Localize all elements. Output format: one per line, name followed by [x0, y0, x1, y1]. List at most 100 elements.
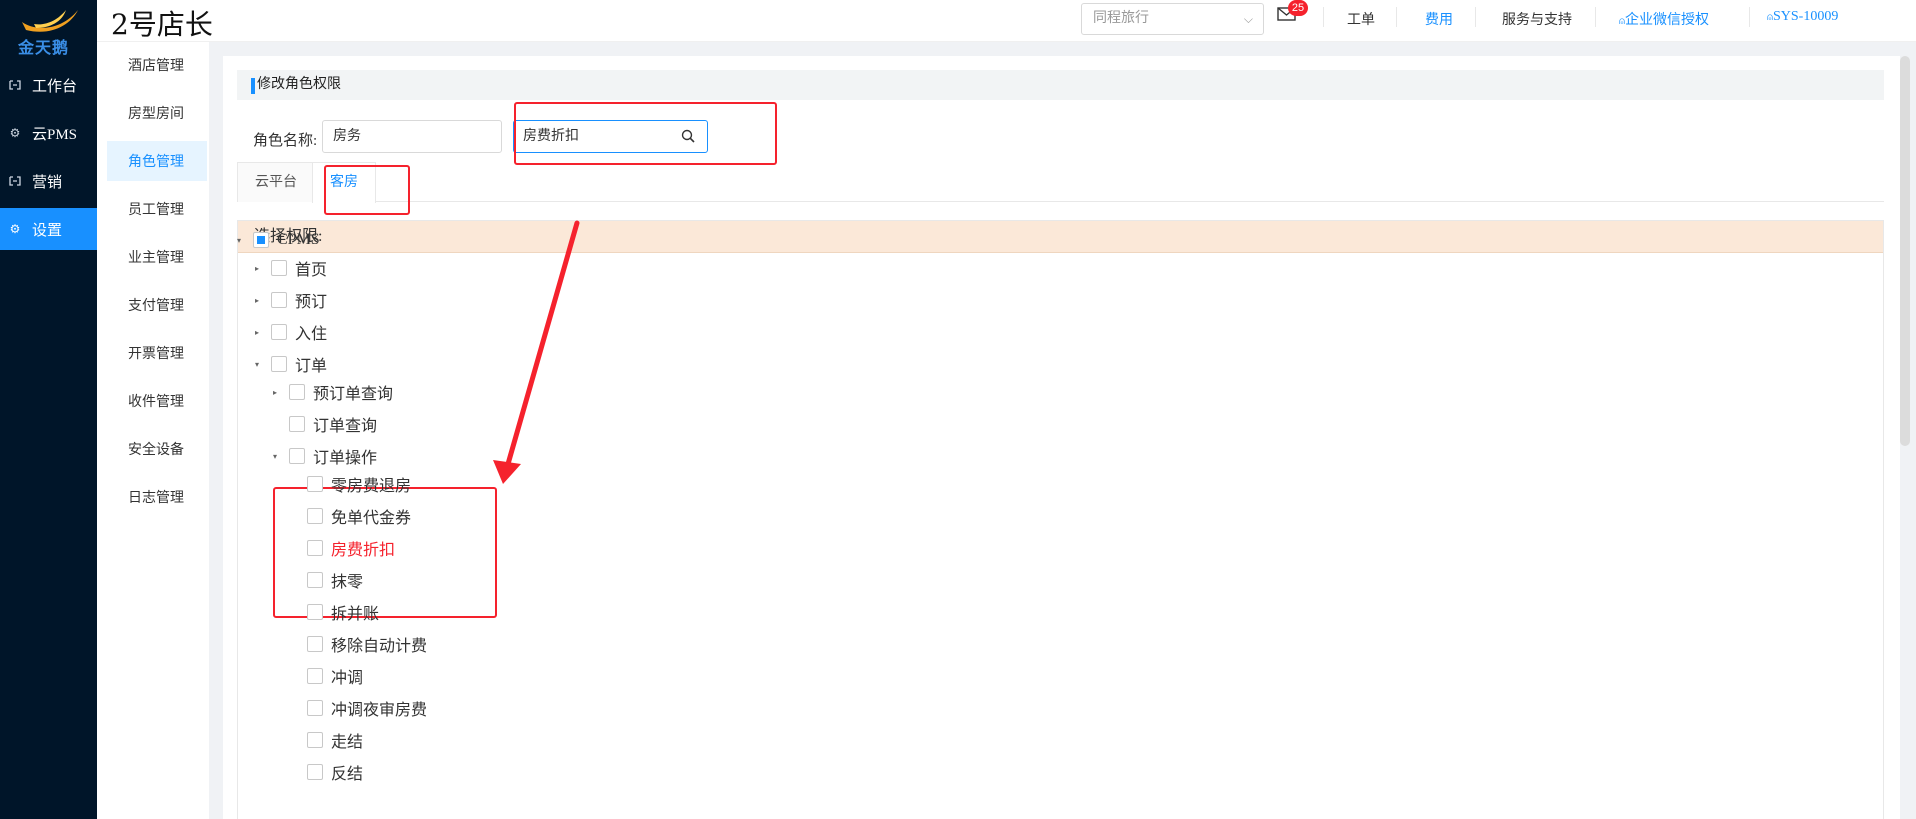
subnav-item-staff[interactable]: 员工管理: [107, 189, 207, 229]
tree-node[interactable]: ▾ CPMS: [233, 228, 320, 252]
tree-node[interactable]: 零房费退房: [287, 472, 411, 496]
caret-down-icon[interactable]: ▾: [233, 236, 245, 245]
tree-checkbox[interactable]: [289, 448, 305, 464]
scrollbar[interactable]: [1900, 56, 1910, 446]
store-name: 2号店长: [111, 8, 213, 41]
logo-text: 金天鹅: [18, 40, 70, 57]
subnav-item-payment[interactable]: 支付管理: [107, 285, 207, 325]
tree-checkbox[interactable]: [307, 508, 323, 524]
nav-item-workbench[interactable]: 工作台: [0, 64, 97, 106]
caret-right-icon[interactable]: ▸: [251, 296, 263, 305]
subnav-item-security[interactable]: 安全设备: [107, 429, 207, 469]
tree-checkbox[interactable]: [289, 416, 305, 432]
wechat-auth-link[interactable]: ⍝企业微信授权: [1619, 9, 1709, 29]
subnav-item-invoice[interactable]: 开票管理: [107, 333, 207, 373]
subnav-item-hotel[interactable]: 酒店管理: [107, 45, 207, 85]
tree-node[interactable]: 移除自动计费: [287, 632, 427, 656]
tree-node[interactable]: 抹零: [287, 568, 363, 592]
hotel-select[interactable]: 同程旅行 ⌵: [1081, 3, 1264, 35]
workbench-icon: [8, 78, 22, 92]
caret-right-icon[interactable]: ▸: [269, 388, 281, 397]
service-support-link[interactable]: 服务与支持: [1502, 9, 1572, 29]
gear-icon: ⚙: [9, 125, 21, 140]
nav-label: 营销: [32, 174, 63, 191]
tree-node-label: 预订: [295, 294, 328, 311]
tree-node-label: 零房费退房: [331, 478, 412, 495]
tree-checkbox[interactable]: [271, 260, 287, 276]
caret-down-icon[interactable]: ▾: [251, 360, 263, 369]
tree-node-label: 免单代金券: [331, 510, 412, 527]
tree-node-label: 冲调: [331, 670, 364, 687]
tree-node[interactable]: 冲调夜审房费: [287, 696, 427, 720]
divider: [1749, 7, 1750, 27]
tree-node[interactable]: ▸ 预订: [251, 288, 327, 312]
tree-node[interactable]: 订单查询: [269, 412, 377, 436]
fees-link[interactable]: 费用: [1425, 9, 1453, 29]
tree-node[interactable]: ▾ 订单操作: [269, 444, 377, 468]
user-name: SYS-10009: [1773, 9, 1839, 24]
nav-item-settings[interactable]: ⚙ 设置: [0, 208, 97, 250]
tree-checkbox[interactable]: [307, 732, 323, 748]
tree-checkbox[interactable]: [307, 764, 323, 780]
tree-node-label: 走结: [331, 734, 364, 751]
tree-checkbox[interactable]: [271, 292, 287, 308]
tree-node[interactable]: ▸ 预订单查询: [269, 380, 393, 404]
tree-node-label: 订单: [295, 358, 328, 375]
tree-node-label: 拆并账: [331, 606, 380, 623]
subnav-item-logs[interactable]: 日志管理: [107, 477, 207, 517]
nav-item-marketing[interactable]: 营销: [0, 160, 97, 202]
gear-icon: ⚙: [9, 221, 21, 236]
tree-node-label: 冲调夜审房费: [331, 702, 428, 719]
tree-checkbox[interactable]: [307, 636, 323, 652]
tree-checkbox[interactable]: [271, 324, 287, 340]
divider: [1595, 7, 1596, 27]
caret-right-icon[interactable]: ▸: [251, 264, 263, 273]
tree-node-label: CPMS: [277, 231, 320, 248]
tree-node-label: 入住: [295, 326, 328, 343]
hotel-select-placeholder: 同程旅行: [1093, 11, 1149, 26]
subnav-item-mail[interactable]: 收件管理: [107, 381, 207, 421]
divider: [1323, 7, 1324, 27]
tree-node-label: 首页: [295, 262, 328, 279]
tree-node-label: 预订单查询: [313, 386, 394, 403]
tree-checkbox[interactable]: [307, 668, 323, 684]
nav-label: 工作台: [32, 78, 78, 95]
caret-right-icon[interactable]: ▸: [251, 328, 263, 337]
tree-checkbox[interactable]: [307, 604, 323, 620]
divider: [1475, 7, 1476, 27]
tree-node-label: 抹零: [331, 574, 364, 591]
tree-node[interactable]: 反结: [287, 760, 363, 784]
mail-count-badge: 25: [1288, 0, 1308, 16]
tree-node[interactable]: 房费折扣: [287, 536, 395, 560]
tree-checkbox[interactable]: [307, 572, 323, 588]
tree-node-label: 反结: [331, 766, 364, 783]
tree-checkbox[interactable]: [271, 356, 287, 372]
divider: [1396, 7, 1397, 27]
caret-down-icon[interactable]: ▾: [269, 452, 281, 461]
wechat-auth-label: 企业微信授权: [1625, 13, 1709, 28]
subnav-item-owners[interactable]: 业主管理: [107, 237, 207, 277]
tree-node-label: 订单操作: [313, 450, 378, 467]
tree-node-label: 房费折扣: [331, 542, 396, 559]
tree-checkbox[interactable]: [289, 384, 305, 400]
work-order-link[interactable]: 工单: [1347, 9, 1375, 29]
marketing-icon: [8, 174, 22, 188]
role-permission-card: 修改角色权限 角色名称: 房务 房费折扣 云平台 客房 选择权限: ▾ CPMS ▸…: [223, 56, 1900, 819]
nav-label: 设置: [32, 222, 63, 239]
subnav-item-room-types[interactable]: 房型房间: [107, 93, 207, 133]
tree-node[interactable]: 走结: [287, 728, 363, 752]
tree-checkbox[interactable]: [307, 476, 323, 492]
nav-item-cloud-pms[interactable]: ⚙ 云PMS: [0, 112, 97, 154]
tree-checkbox[interactable]: [307, 700, 323, 716]
tree-checkbox[interactable]: [253, 232, 269, 248]
tree-node[interactable]: ▸ 入住: [251, 320, 327, 344]
tree-node[interactable]: ▸ 首页: [251, 256, 327, 280]
tree-node[interactable]: 冲调: [287, 664, 363, 688]
tree-node[interactable]: 拆并账: [287, 600, 379, 624]
user-menu[interactable]: ⍝SYS-10009: [1767, 9, 1838, 25]
chevron-down-icon: ⌵: [1243, 12, 1253, 26]
tree-checkbox[interactable]: [307, 540, 323, 556]
tree-node[interactable]: ▾ 订单: [251, 352, 327, 376]
subnav-item-roles[interactable]: 角色管理: [107, 141, 207, 181]
tree-node[interactable]: 免单代金券: [287, 504, 411, 528]
